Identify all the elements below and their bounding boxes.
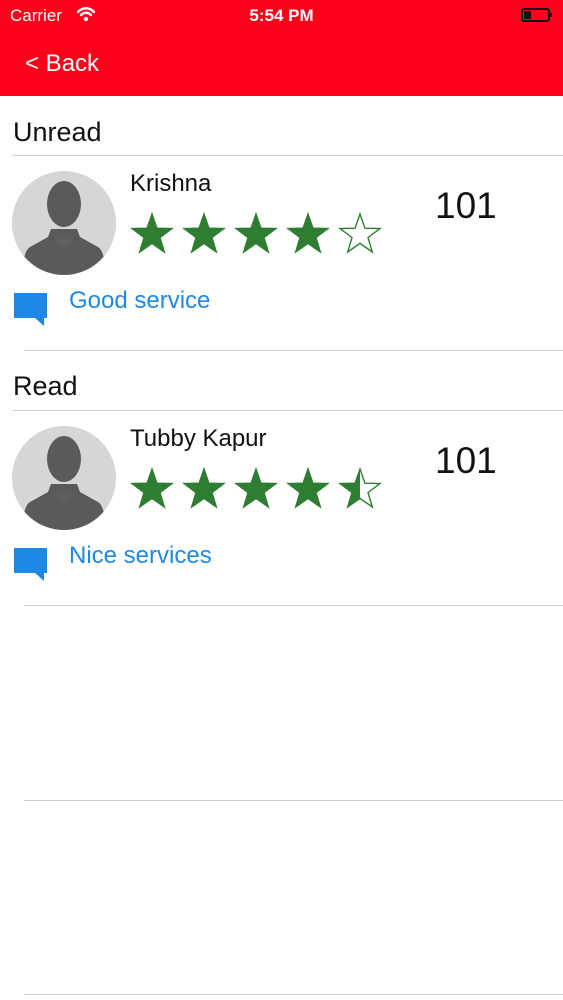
reviewer-name: Tubby Kapur (130, 425, 267, 452)
user-avatar-icon (12, 426, 116, 530)
rating-stars-svg (130, 467, 382, 509)
star-rating (130, 467, 390, 511)
row-divider (24, 605, 563, 606)
top-navigation-bar: Carrier 5:54 PM < Back (0, 0, 563, 96)
empty-star-icon (338, 212, 382, 254)
row-divider (24, 350, 563, 351)
section-divider (12, 410, 563, 411)
back-button[interactable]: < Back (25, 50, 99, 78)
review-item[interactable]: Tubby Kapur 101 Nice services (0, 412, 563, 602)
filled-star-icon (234, 467, 278, 509)
filled-star-icon (234, 212, 278, 254)
status-bar: Carrier 5:54 PM (0, 0, 563, 32)
filled-star-icon (182, 212, 226, 254)
comment-icon (14, 293, 47, 326)
section-divider (12, 155, 563, 156)
section-title-unread: Unread (13, 117, 102, 147)
row-divider (24, 800, 563, 801)
filled-star-icon (130, 212, 174, 254)
rating-stars-svg (130, 212, 382, 254)
row-divider (24, 994, 563, 995)
reviewer-name: Krishna (130, 170, 212, 197)
review-comment: Good service (69, 287, 211, 314)
review-score: 101 (435, 185, 497, 226)
review-comment: Nice services (69, 542, 212, 569)
screen: Carrier 5:54 PM < Back Unread Krishna 10… (0, 0, 563, 1000)
section-title-read: Read (13, 371, 78, 401)
comment-icon (14, 548, 47, 581)
battery-icon (521, 8, 552, 22)
star-rating (130, 212, 390, 256)
filled-star-icon (182, 467, 226, 509)
status-time: 5:54 PM (249, 6, 314, 25)
filled-star-icon (130, 467, 174, 509)
review-item[interactable]: Krishna 101 Good service (0, 157, 563, 347)
review-score: 101 (435, 440, 497, 481)
filled-star-icon (286, 467, 330, 509)
filled-star-icon (286, 212, 330, 254)
user-avatar-icon (12, 171, 116, 275)
